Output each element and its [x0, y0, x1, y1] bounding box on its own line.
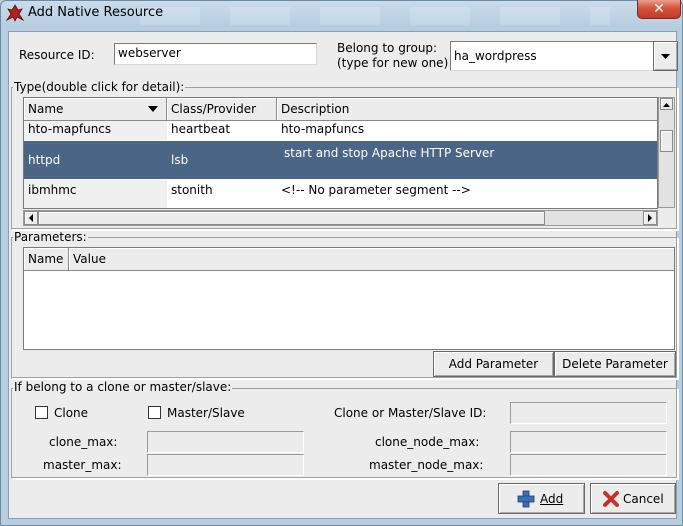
resource-id-label: Resource ID:	[19, 48, 95, 62]
row-provider-cell: heartbeat	[171, 122, 231, 136]
sort-descending-icon	[148, 106, 158, 112]
clone-id-label: Clone or Master/Slave ID:	[334, 406, 487, 420]
type-group-legend: Type(double click for detail):	[13, 80, 186, 94]
column-header-param-name[interactable]: Name	[24, 248, 69, 271]
row-name-cell: hto-mapfuncs	[24, 121, 167, 140]
column-header-description[interactable]: Description	[277, 98, 657, 121]
arrow-up-icon	[663, 103, 670, 107]
column-header-name[interactable]: Name	[24, 98, 167, 121]
clone-max-label: clone_max:	[49, 435, 118, 449]
add-button-label: Add	[540, 492, 564, 506]
type-table-vertical-scrollbar[interactable]	[658, 97, 675, 208]
arrow-right-icon	[648, 214, 652, 222]
cancel-icon	[603, 491, 619, 507]
parameters-group-legend: Parameters:	[13, 230, 88, 244]
plus-icon	[517, 490, 535, 508]
add-button[interactable]: Add	[498, 483, 585, 514]
arrow-left-icon	[29, 214, 33, 222]
scroll-left-button[interactable]	[24, 211, 38, 225]
scroll-thumb[interactable]	[660, 130, 673, 152]
row-provider-cell: lsb	[171, 153, 189, 167]
clone-node-max-input[interactable]	[510, 431, 667, 453]
delete-parameter-button[interactable]: Delete Parameter	[554, 351, 676, 377]
chevron-down-icon	[661, 54, 670, 59]
resource-id-input[interactable]: webserver	[114, 43, 317, 65]
parameters-table: Name Value	[23, 247, 675, 350]
master-slave-checkbox[interactable]	[148, 406, 161, 419]
cancel-button-label: Cancel	[623, 492, 664, 506]
master-node-max-input[interactable]	[510, 454, 667, 476]
group-combo-input[interactable]: ha_wordpress	[450, 41, 654, 71]
row-name-cell: httpd	[28, 153, 61, 167]
master-max-input[interactable]	[147, 454, 304, 476]
table-row-selected[interactable]: httpd lsb start and stop Apache HTTP Ser…	[24, 141, 657, 179]
scroll-right-button[interactable]	[643, 211, 657, 225]
row-description-cell: hto-mapfuncs	[281, 122, 365, 136]
clone-group-legend: If belong to a clone or master/slave:	[13, 380, 233, 394]
group-hint-label: (type for new one)	[337, 56, 449, 70]
master-node-max-label: master_node_max:	[369, 458, 484, 472]
master-max-label: master_max:	[43, 458, 122, 472]
row-description-cell: <!-- No parameter segment -->	[281, 183, 471, 197]
scroll-thumb[interactable]	[38, 211, 545, 225]
table-row[interactable]: ibmhmc stonith <!-- No parameter segment…	[24, 180, 657, 208]
master-slave-checkbox-label: Master/Slave	[167, 406, 245, 420]
app-icon	[5, 4, 25, 22]
group-label: Belong to group:	[337, 41, 438, 55]
close-button[interactable]: ✕	[637, 0, 681, 19]
type-table-horizontal-scrollbar[interactable]	[23, 210, 658, 226]
column-header-param-value[interactable]: Value	[69, 248, 674, 271]
clone-checkbox-label: Clone	[54, 406, 89, 420]
close-icon: ✕	[653, 1, 665, 17]
clone-node-max-label: clone_node_max:	[375, 435, 480, 449]
cancel-button[interactable]: Cancel	[590, 483, 676, 514]
column-header-provider[interactable]: Class/Provider	[167, 98, 277, 121]
window-title: Add Native Resource	[28, 5, 164, 20]
clone-max-input[interactable]	[147, 431, 304, 453]
row-name-cell: ibmhmc	[24, 180, 167, 208]
column-header-name-label: Name	[28, 102, 64, 116]
type-table: Name Class/Provider Description hto-mapf…	[23, 97, 658, 209]
table-row[interactable]: hto-mapfuncs heartbeat hto-mapfuncs	[24, 121, 657, 140]
clone-checkbox[interactable]	[35, 406, 48, 419]
group-dropdown-button[interactable]	[653, 41, 678, 71]
titlebar-background	[140, 7, 610, 25]
row-description-cell: start and stop Apache HTTP Server	[284, 146, 495, 160]
row-provider-cell: stonith	[171, 183, 213, 197]
clone-id-input[interactable]	[510, 402, 667, 424]
scroll-up-button[interactable]	[660, 98, 673, 110]
add-parameter-button[interactable]: Add Parameter	[433, 351, 554, 377]
